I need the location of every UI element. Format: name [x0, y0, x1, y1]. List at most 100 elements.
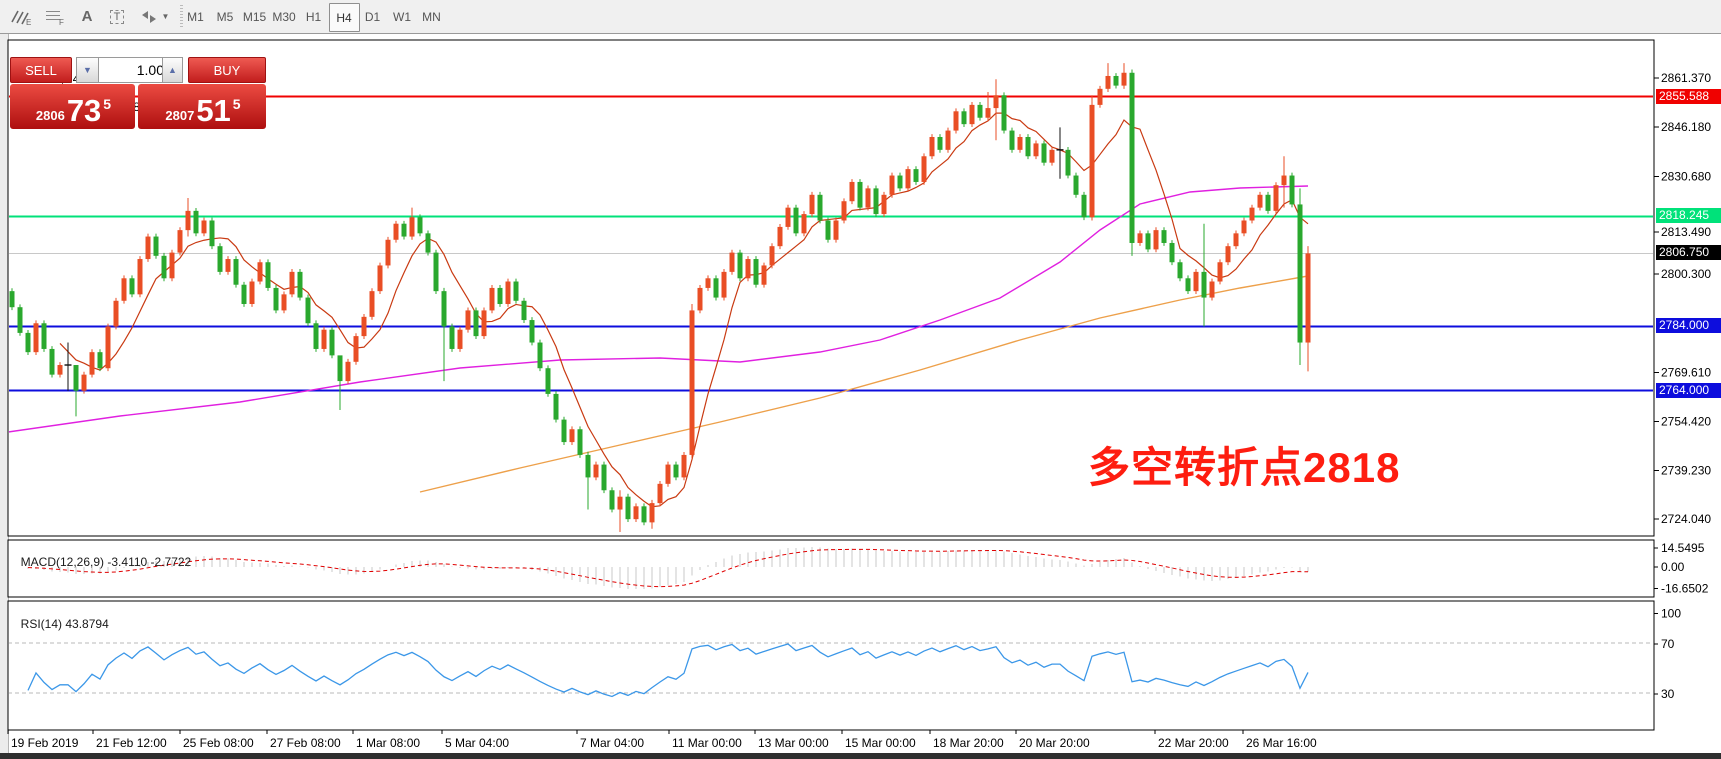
candle[interactable]	[930, 134, 935, 159]
candle[interactable]	[730, 250, 735, 275]
candle[interactable]	[354, 333, 359, 364]
candle[interactable]	[738, 250, 743, 281]
candle[interactable]	[1074, 173, 1079, 198]
candle[interactable]	[490, 285, 495, 313]
candle[interactable]	[682, 452, 687, 480]
candle[interactable]	[50, 346, 55, 377]
candle[interactable]	[458, 327, 463, 352]
candle[interactable]	[1002, 92, 1007, 133]
sell-button[interactable]: SELL	[10, 57, 72, 83]
candle[interactable]	[554, 391, 559, 422]
candle[interactable]	[322, 327, 327, 352]
candle[interactable]	[1178, 259, 1183, 281]
candle[interactable]	[234, 256, 239, 287]
candle[interactable]	[522, 298, 527, 323]
candle[interactable]	[474, 308, 479, 339]
candle[interactable]	[1290, 173, 1295, 208]
candle[interactable]	[1298, 188, 1303, 365]
candle[interactable]	[90, 349, 95, 377]
candle[interactable]	[362, 314, 367, 339]
candle[interactable]	[34, 320, 39, 355]
candle[interactable]	[746, 256, 751, 281]
candle[interactable]	[858, 179, 863, 210]
candle[interactable]	[666, 462, 671, 487]
volume-decrease-button[interactable]: ▼	[76, 57, 99, 83]
volume-increase-button[interactable]: ▲	[162, 57, 183, 83]
candle[interactable]	[810, 192, 815, 217]
candle[interactable]	[482, 308, 487, 339]
candle[interactable]	[1090, 95, 1095, 220]
candle[interactable]	[386, 237, 391, 268]
candle[interactable]	[426, 230, 431, 255]
candle[interactable]	[1026, 134, 1031, 159]
candle[interactable]	[562, 417, 567, 445]
candle[interactable]	[1154, 227, 1159, 252]
candle[interactable]	[434, 250, 439, 294]
candle[interactable]	[10, 288, 15, 310]
candle[interactable]	[1066, 147, 1071, 178]
candle[interactable]	[370, 288, 375, 319]
candle[interactable]	[130, 275, 135, 297]
candle[interactable]	[330, 327, 335, 358]
candle[interactable]	[346, 359, 351, 384]
candle[interactable]	[538, 340, 543, 371]
candle[interactable]	[786, 205, 791, 230]
candle[interactable]	[970, 102, 975, 127]
candle[interactable]	[18, 304, 23, 335]
candle[interactable]	[146, 234, 151, 262]
candle[interactable]	[306, 295, 311, 326]
candle[interactable]	[314, 320, 319, 351]
candle[interactable]	[866, 185, 871, 210]
candle[interactable]	[946, 128, 951, 153]
candle[interactable]	[722, 269, 727, 300]
candle[interactable]	[890, 173, 895, 198]
candle[interactable]	[1274, 182, 1279, 213]
candle[interactable]	[922, 153, 927, 184]
ask-price-panel[interactable]: 2807 51 5	[138, 84, 266, 129]
candle[interactable]	[626, 494, 631, 522]
candle[interactable]	[210, 218, 215, 249]
candle[interactable]	[770, 243, 775, 268]
candle[interactable]	[1218, 259, 1223, 284]
candle[interactable]	[194, 208, 199, 236]
candle[interactable]	[658, 481, 663, 506]
candle[interactable]	[1194, 269, 1199, 294]
candle[interactable]	[218, 243, 223, 274]
candle[interactable]	[1170, 240, 1175, 265]
candle[interactable]	[834, 218, 839, 243]
candle[interactable]	[42, 320, 47, 351]
candle[interactable]	[1266, 192, 1271, 214]
candle[interactable]	[242, 282, 247, 307]
candle[interactable]	[802, 211, 807, 236]
candle[interactable]	[882, 192, 887, 217]
candle[interactable]	[1098, 86, 1103, 108]
candle[interactable]	[578, 426, 583, 457]
candle[interactable]	[602, 462, 607, 493]
candle[interactable]	[794, 205, 799, 236]
candle[interactable]	[138, 256, 143, 297]
volume-input[interactable]	[98, 57, 169, 83]
candle[interactable]	[546, 365, 551, 396]
candle[interactable]	[162, 253, 167, 281]
candle[interactable]	[1010, 128, 1015, 153]
candle[interactable]	[26, 330, 31, 355]
chart-text-annotation[interactable]: 多空转折点2818	[1088, 434, 1400, 495]
candle[interactable]	[106, 324, 111, 372]
candle[interactable]	[82, 372, 87, 394]
candle[interactable]	[290, 269, 295, 297]
candle[interactable]	[274, 285, 279, 313]
candle[interactable]	[498, 285, 503, 307]
bid-price-panel[interactable]: 2806 73 5	[10, 84, 135, 129]
candle[interactable]	[714, 275, 719, 300]
candle[interactable]	[114, 298, 119, 329]
candle[interactable]	[954, 108, 959, 133]
candle[interactable]	[642, 503, 647, 525]
candle[interactable]	[178, 227, 183, 255]
candle[interactable]	[1082, 192, 1087, 220]
candle[interactable]	[1210, 279, 1215, 301]
candle[interactable]	[826, 218, 831, 243]
candle[interactable]	[906, 166, 911, 191]
candle[interactable]	[378, 263, 383, 294]
candle[interactable]	[466, 308, 471, 333]
candle[interactable]	[1130, 70, 1135, 256]
